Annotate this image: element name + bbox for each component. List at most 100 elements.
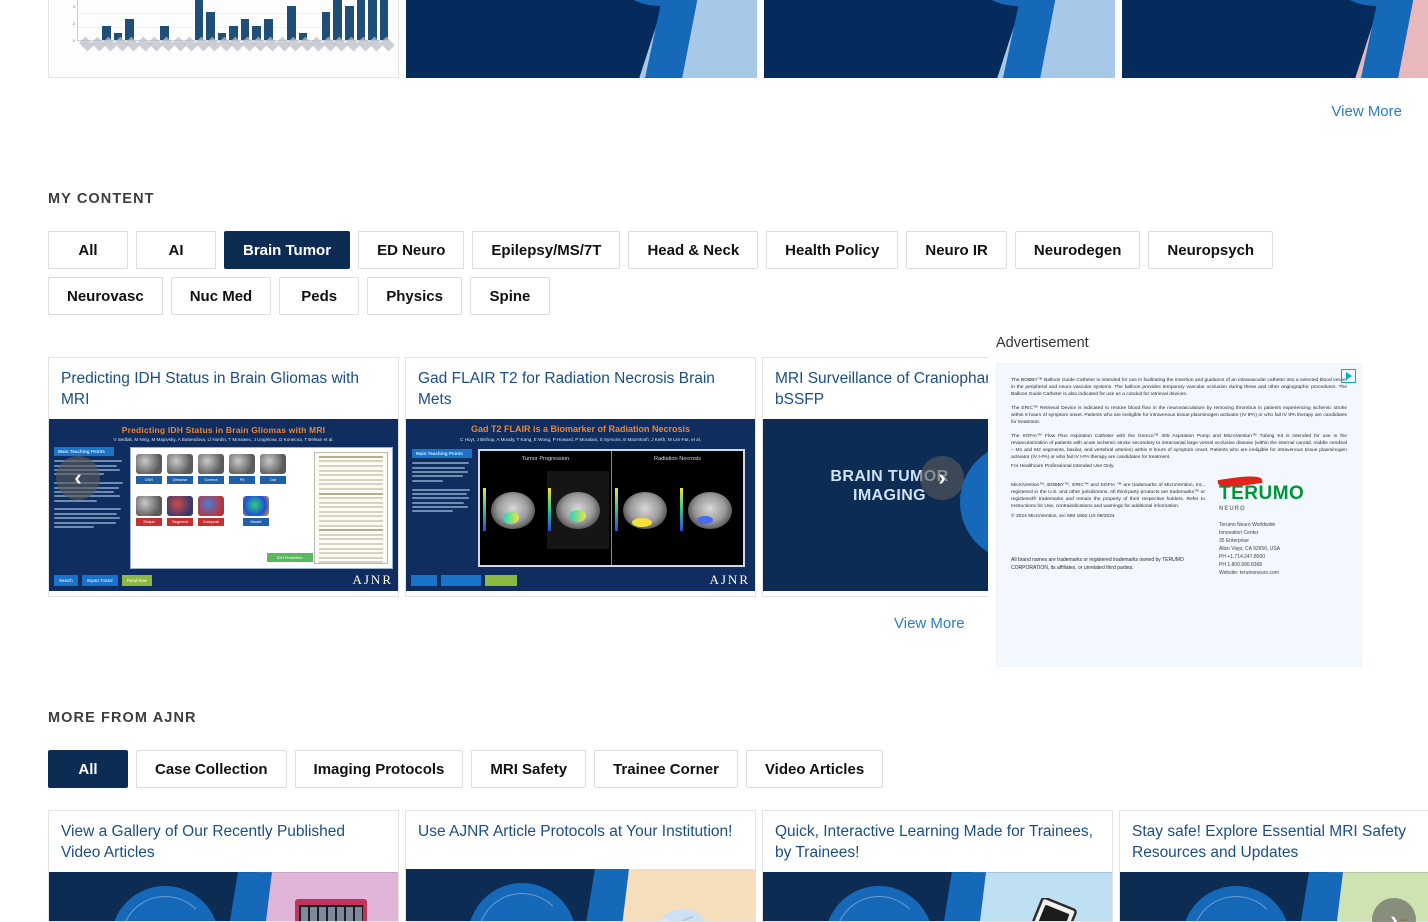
chart-bar xyxy=(333,0,342,40)
chart-y-axis xyxy=(77,0,78,41)
ad-address: Terumo Neuro Worldwide Innovation Center 3… xyxy=(1219,522,1281,577)
ad-paragraph: The SOFIA™ Flow Plus Aspiration Catheter… xyxy=(1011,433,1347,460)
filter-chip-ai[interactable]: AI xyxy=(136,231,216,269)
thumb-brand: AJNR xyxy=(352,572,393,588)
brain-scan-icon xyxy=(645,895,725,921)
thumb-panel-label: Main Teaching Points xyxy=(412,449,472,459)
page-root: 86420 IMAGING xyxy=(0,0,1428,922)
ad-paragraph: The BOBBY™ Balloon Guide Catheter is int… xyxy=(1011,378,1347,397)
thumb-footer-button: Read Now xyxy=(121,574,152,586)
filter-chip-brain-tumor[interactable]: Brain Tumor xyxy=(224,231,351,269)
chart-bar xyxy=(368,0,377,40)
view-more-featured-link[interactable]: View More xyxy=(1331,103,1402,120)
ad-paragraph: MicroVention™, BOBBY™, ERIC™ and SOFIA ™… xyxy=(1011,483,1205,510)
carousel-prev-button[interactable]: ‹ xyxy=(56,456,100,500)
filter-chip-all[interactable]: All xyxy=(48,750,128,788)
more-from-ajnr-card[interactable]: Use AJNR Article Protocols at Your Insti… xyxy=(405,810,756,922)
my-content-carousel[interactable]: Predicting IDH Status in Brain Gliomas w… xyxy=(48,357,988,597)
filter-chip-neurovasc[interactable]: Neurovasc xyxy=(48,277,163,315)
filter-chip-nuc-med[interactable]: Nuc Med xyxy=(170,277,272,315)
thumb-circle xyxy=(1182,886,1290,921)
card-title: Use AJNR Article Protocols at Your Insti… xyxy=(418,823,733,840)
filter-chip-neurodegen[interactable]: Neurodegen xyxy=(1014,231,1141,269)
card-title: Stay safe! Explore Essential MRI Safety … xyxy=(1132,823,1406,862)
filter-chip-video-articles[interactable]: Video Articles xyxy=(745,750,884,788)
ad-paragraph: For Healthcare Professional Intended Use… xyxy=(1011,463,1115,469)
card-thumbnail xyxy=(406,869,755,921)
card-title: View a Gallery of Our Recently Published… xyxy=(61,823,346,862)
filter-chip-health-policy[interactable]: Health Policy xyxy=(766,231,899,269)
thumb-diagram: DWI Denoise Correct Fit Out Shape Segmen… xyxy=(130,447,393,570)
card-thumbnail: Predicting IDH Status in Brain Gliomas w… xyxy=(49,419,398,592)
card-thumbnail xyxy=(763,872,1112,921)
advertisement-label: Advertisement xyxy=(996,335,1089,351)
filter-chip-neuro-ir[interactable]: Neuro IR xyxy=(906,231,1007,269)
ad-copy: The BOBBY™ Balloon Guide Catheter is int… xyxy=(997,364,1361,483)
filter-chip-spine[interactable]: Spine xyxy=(469,277,550,315)
thumb-authors: C Hoyt, J Bishop, A Moody, T Kang, E Won… xyxy=(459,437,702,443)
my-content-filter-chips[interactable]: All AI Brain Tumor ED Neuro Epilepsy/MS/7T He… xyxy=(48,231,1388,315)
feature-carousel[interactable]: 86420 IMAGING xyxy=(48,0,1428,78)
ad-footer: MicroVention™, BOBBY™, ERIC™ and SOFIA ™… xyxy=(997,474,1361,577)
card-thumbnail: Gad T2 FLAIR is a Biomarker of Radiation… xyxy=(406,419,755,592)
thumb-field xyxy=(916,872,1112,921)
filter-chip-case-collection[interactable]: Case Collection xyxy=(136,750,287,788)
more-from-ajnr-filter-chips[interactable]: All Case Collection Imaging Protocols MRI S… xyxy=(48,750,1388,788)
my-content-heading: MY CONTENT xyxy=(48,191,155,207)
more-from-ajnr-carousel[interactable]: View a Gallery of Our Recently Published… xyxy=(48,810,1428,922)
thumb-circle xyxy=(111,886,219,921)
card-title: MRI Surveillance of Craniopharyngioma wi… xyxy=(775,370,988,409)
feature-tile-image-guided-interventions[interactable]: IMAGE-GUIDEDINTERVENTIONS xyxy=(764,0,1115,78)
filter-chip-trainee-corner[interactable]: Trainee Corner xyxy=(594,750,738,788)
feature-tile-imaging[interactable]: IMAGING xyxy=(406,0,757,78)
ad-brand-note: All brand names are trademarks or regist… xyxy=(1011,557,1184,571)
card-thumbnail xyxy=(49,872,398,921)
thumb-band xyxy=(210,872,272,921)
chart-x-tick-labels xyxy=(79,36,395,67)
thumb-band xyxy=(924,872,986,921)
filter-chip-ed-neuro[interactable]: ED Neuro xyxy=(358,231,465,269)
film-strip-icon xyxy=(294,898,368,921)
filter-chip-head-neck[interactable]: Head & Neck xyxy=(628,231,759,269)
chart-y-tick-labels: 86420 xyxy=(72,3,75,44)
more-from-ajnr-card[interactable]: Quick, Interactive Learning Made for Tra… xyxy=(762,810,1113,922)
chart-bars xyxy=(79,0,389,40)
chart-bar xyxy=(356,0,366,40)
thumb-circle xyxy=(825,886,933,921)
filter-chip-all[interactable]: All xyxy=(48,231,128,269)
view-more-my-content-link[interactable]: View More xyxy=(894,615,965,632)
content-card[interactable]: Gad FLAIR T2 for Radiation Necrosis Brai… xyxy=(405,357,756,597)
ad-choices-icon[interactable] xyxy=(1341,369,1356,383)
more-from-ajnr-heading: MORE FROM AJNR xyxy=(48,710,197,726)
chart-bar xyxy=(206,12,215,40)
thumb-circle xyxy=(468,883,576,921)
thumb-mri-panels: Tumor Progression Radiation Necrosis xyxy=(478,449,745,568)
tablet-icon xyxy=(1018,896,1082,921)
advertisement-creative[interactable]: The BOBBY™ Balloon Guide Catheter is int… xyxy=(996,363,1362,667)
ad-paragraph: The ERIC™ Retrieval Device is indicated … xyxy=(1011,405,1347,425)
chart-bar xyxy=(344,5,354,40)
thumb-authors: V Sedlak, M Ning, M Majovsky, A Bubendov… xyxy=(113,437,334,443)
chart-bar xyxy=(287,5,296,40)
thumb-brand: AJNR xyxy=(709,572,750,588)
card-title: Gad FLAIR T2 for Radiation Necrosis Brai… xyxy=(418,370,715,409)
chart-bar xyxy=(321,12,331,40)
filter-chip-imaging-protocols[interactable]: Imaging Protocols xyxy=(294,750,464,788)
feature-tile-chart[interactable]: 86420 xyxy=(48,0,399,78)
filter-chip-peds[interactable]: Peds xyxy=(279,277,360,315)
card-title: Quick, Interactive Learning Made for Tra… xyxy=(775,823,1093,862)
filter-chip-neuropsych[interactable]: Neuropsych xyxy=(1148,231,1274,269)
thumb-right-caption: Radiation Necrosis xyxy=(654,456,701,463)
filter-chip-mri-safety[interactable]: MRI Safety xyxy=(471,750,587,788)
publication-bar-chart: 86420 xyxy=(59,0,395,69)
filter-chip-physics[interactable]: Physics xyxy=(367,277,462,315)
thumb-panel-lines xyxy=(412,462,474,513)
more-from-ajnr-card[interactable]: View a Gallery of Our Recently Published… xyxy=(48,810,399,922)
content-card[interactable]: Predicting IDH Status in Brain Gliomas w… xyxy=(48,357,399,597)
thumb-heading: Predicting IDH Status in Brain Gliomas w… xyxy=(121,425,326,436)
feature-tile-neuroradiology[interactable]: NEURORADIOLOGY xyxy=(1122,0,1428,78)
filter-chip-epilepsy-ms-7t[interactable]: Epilepsy/MS/7T xyxy=(472,231,621,269)
chart-bar xyxy=(194,0,204,40)
carousel-next-button[interactable]: › xyxy=(920,456,964,500)
card-title: Predicting IDH Status in Brain Gliomas w… xyxy=(61,370,360,409)
